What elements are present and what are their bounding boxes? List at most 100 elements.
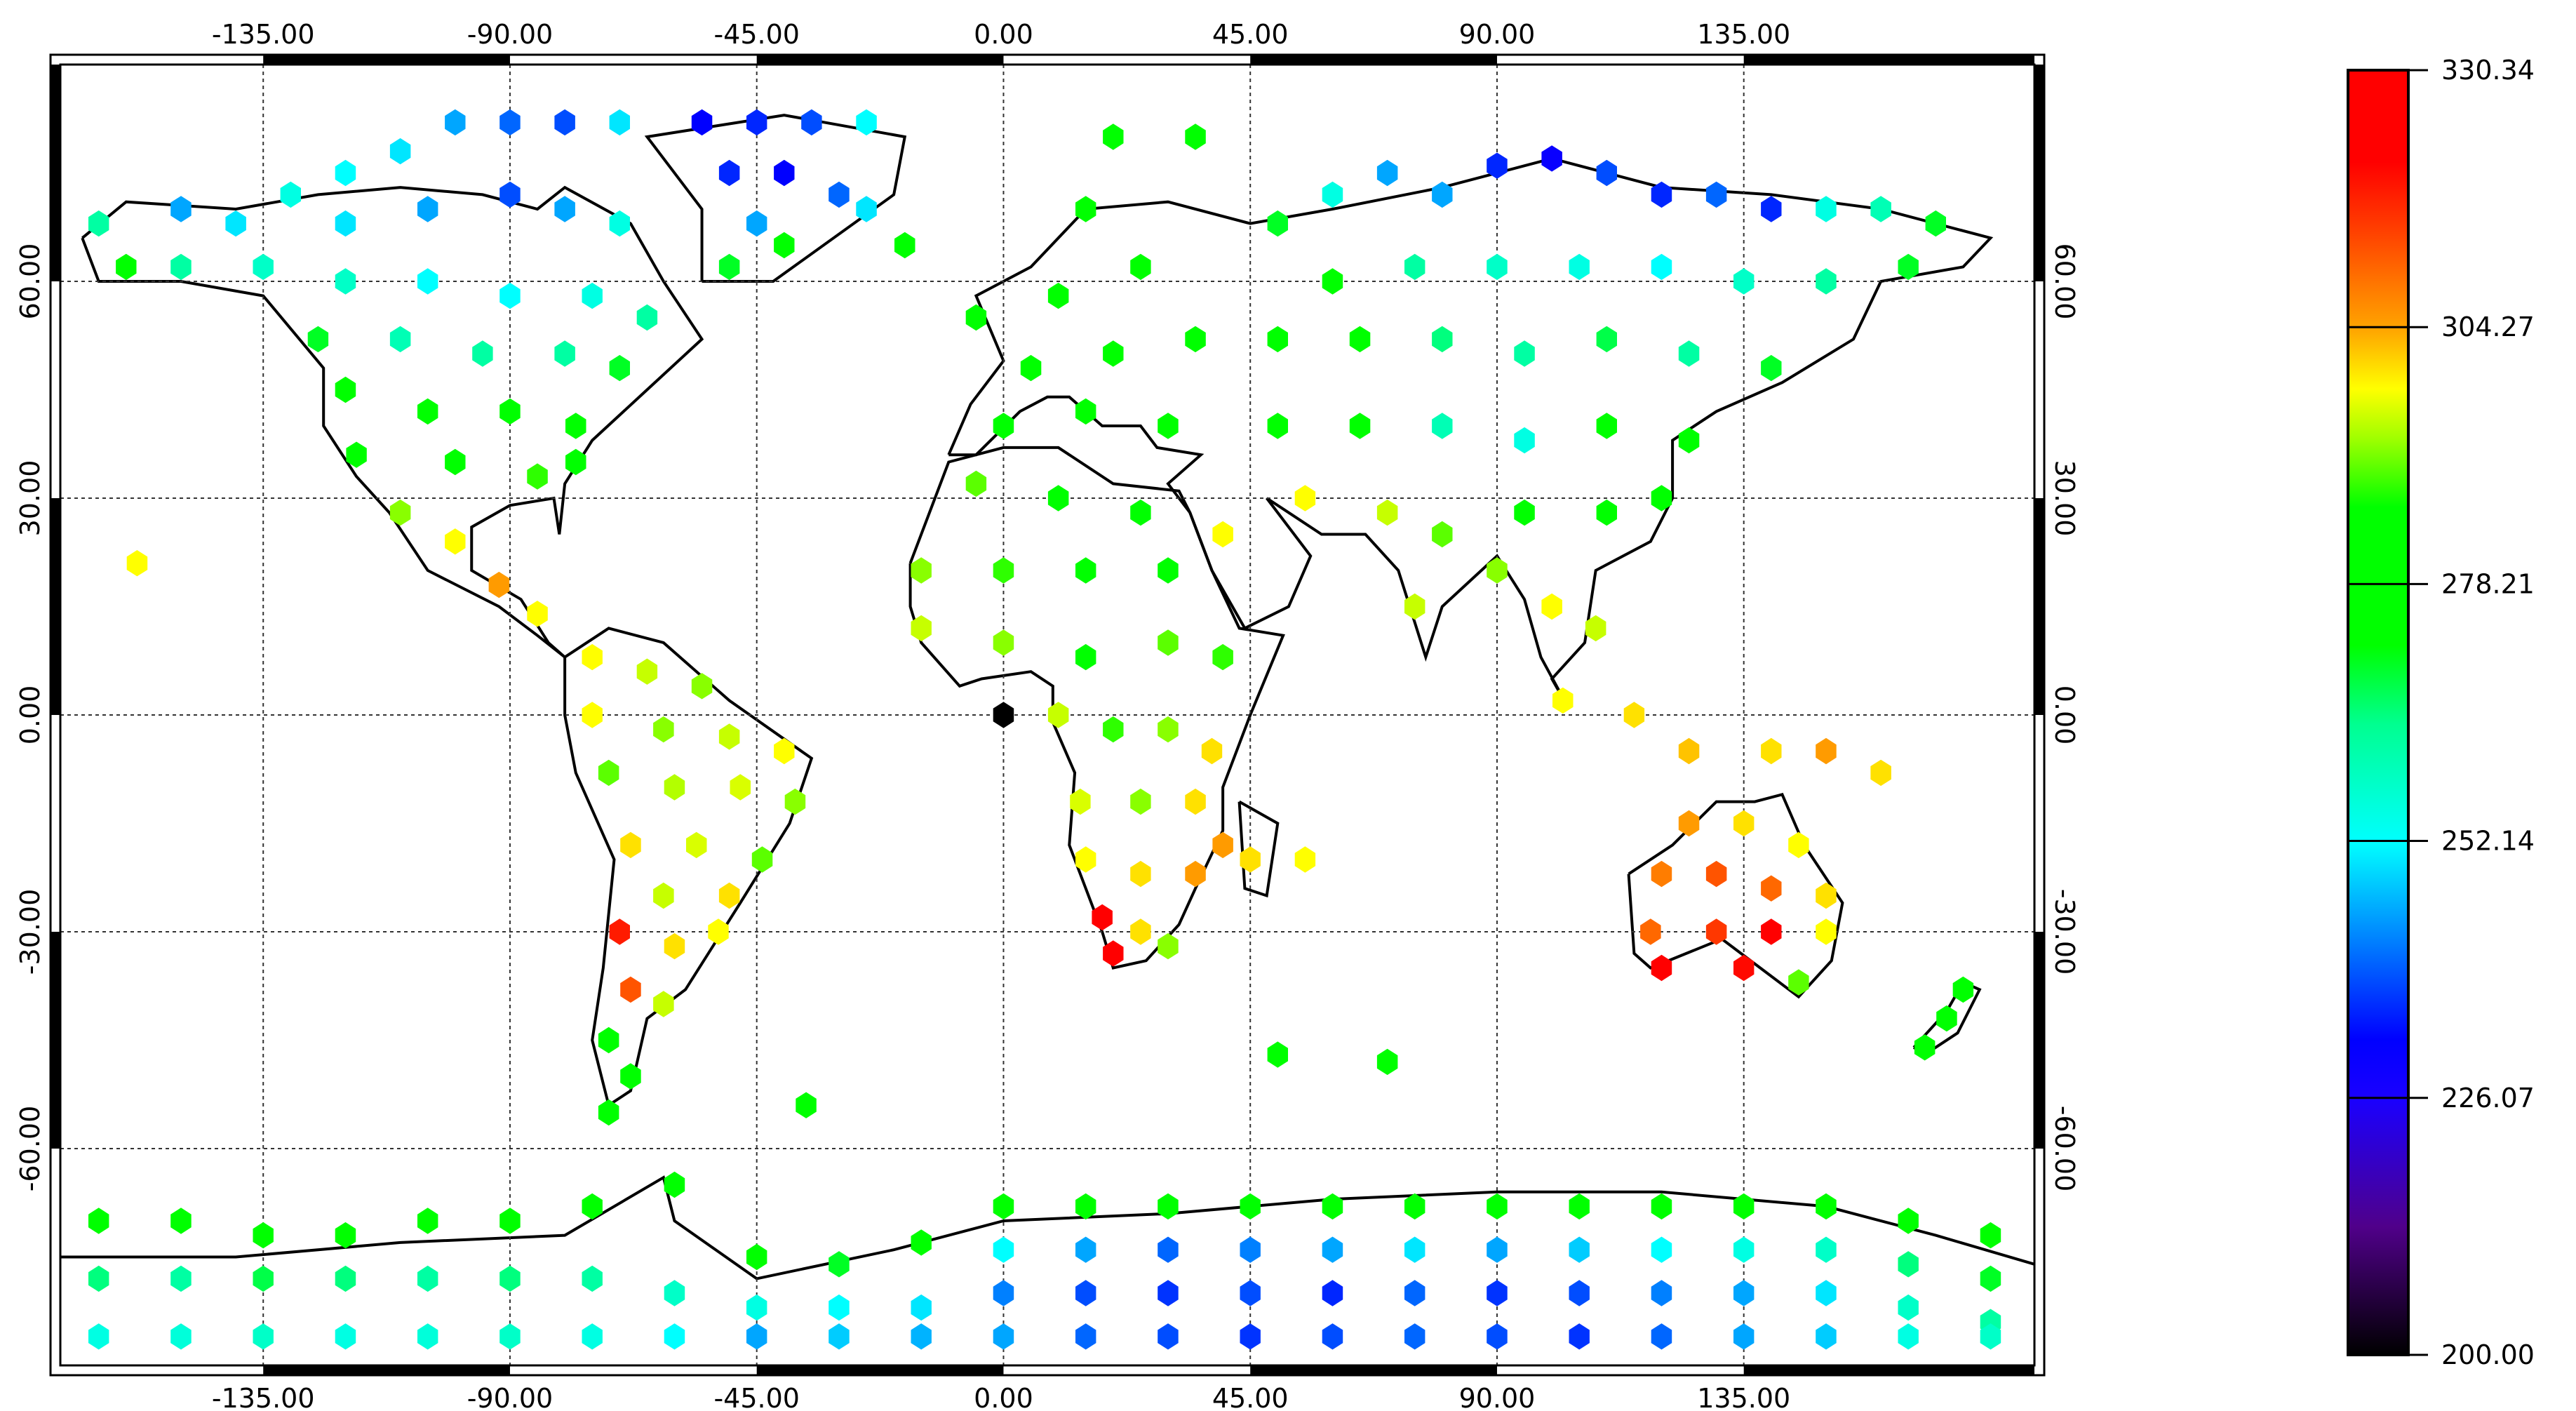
data-point <box>1092 904 1113 931</box>
colorbar-tick-label: 304.27 <box>2441 312 2535 342</box>
data-point <box>88 1208 109 1234</box>
data-point <box>1898 1251 1919 1278</box>
data-point <box>598 759 619 787</box>
data-point <box>1733 954 1755 982</box>
data-point <box>389 138 411 165</box>
coastline <box>60 1175 2035 1280</box>
data-point <box>993 629 1014 656</box>
data-point <box>620 831 641 859</box>
lat-tick-label-left: 0.00 <box>15 686 46 745</box>
data-point <box>1201 737 1223 765</box>
data-point <box>1185 123 1206 150</box>
data-point <box>1130 918 1151 945</box>
data-point <box>1816 918 1837 945</box>
lon-tick-label-top: 0.00 <box>974 19 1033 50</box>
data-point <box>1678 427 1700 454</box>
lon-tick-label-top: 90.00 <box>1459 19 1536 50</box>
data-point <box>499 1323 521 1350</box>
frame-bar-top <box>263 55 510 65</box>
data-point <box>1788 831 1809 859</box>
data-point <box>598 1099 619 1126</box>
data-point <box>1816 1193 1837 1220</box>
data-point <box>1020 354 1042 382</box>
data-point <box>1158 1236 1179 1263</box>
data-point <box>664 1280 685 1306</box>
data-point <box>829 1251 850 1278</box>
data-point <box>718 159 740 187</box>
data-point <box>746 109 767 136</box>
data-point <box>1322 181 1343 208</box>
data-point <box>1816 1236 1837 1263</box>
data-point <box>730 774 751 801</box>
data-point <box>1569 1193 1590 1220</box>
data-point <box>335 1265 356 1292</box>
data-point <box>1487 1280 1508 1306</box>
colorbar: 330.34 304.27 278.21 252.14 226.07 200.00 <box>2347 55 2535 1370</box>
data-point <box>1552 687 1574 714</box>
data-point <box>1651 253 1672 281</box>
data-point <box>796 1092 817 1118</box>
frame-bar-bottom <box>1250 1365 1497 1375</box>
data-point <box>253 1222 274 1249</box>
data-point <box>686 831 707 859</box>
data-point <box>582 702 603 728</box>
data-point <box>499 1265 521 1292</box>
data-point <box>1733 1236 1755 1263</box>
frame-bar-right <box>2034 932 2044 1149</box>
data-point <box>1761 875 1782 902</box>
data-point <box>965 304 987 331</box>
data-point <box>993 1280 1014 1306</box>
data-point <box>718 882 740 909</box>
data-point <box>636 658 658 685</box>
data-point <box>1870 759 1891 787</box>
data-point <box>88 1265 109 1292</box>
data-point <box>1376 1048 1398 1076</box>
data-point <box>1487 1236 1508 1263</box>
lon-tick-label-top: -45.00 <box>713 19 800 50</box>
lon-tick-label-top: -90.00 <box>467 19 554 50</box>
frame-bar-left <box>51 932 60 1149</box>
lat-tick-label-right: -60.00 <box>2049 1106 2080 1192</box>
data-point <box>1569 1236 1590 1263</box>
frame-bar-bottom <box>263 1365 510 1375</box>
data-point <box>1761 354 1782 382</box>
data-point <box>335 1323 356 1350</box>
data-point <box>718 253 740 281</box>
frame-bar-right <box>2034 65 2044 281</box>
data-point <box>1267 1041 1288 1068</box>
data-point <box>170 1265 192 1292</box>
data-point <box>1322 1193 1343 1220</box>
data-point <box>170 1323 192 1350</box>
data-point <box>993 557 1014 584</box>
data-point <box>1651 1236 1672 1263</box>
data-point <box>1569 1280 1590 1306</box>
data-point <box>718 723 740 750</box>
data-point <box>829 181 850 208</box>
data-point <box>253 1265 274 1292</box>
data-point <box>582 643 603 671</box>
data-point <box>1816 1323 1837 1350</box>
data-point <box>1623 702 1645 728</box>
data-point <box>664 774 685 801</box>
data-point <box>664 1323 685 1350</box>
data-point <box>751 846 773 873</box>
data-point <box>445 109 466 136</box>
data-point <box>1733 810 1755 837</box>
data-point <box>746 1243 767 1271</box>
data-point <box>911 1294 932 1321</box>
data-point <box>88 1323 109 1350</box>
data-point <box>1816 1280 1837 1306</box>
data-point <box>417 268 438 295</box>
data-point <box>1158 629 1179 656</box>
data-point <box>1705 860 1727 888</box>
data-point <box>389 499 411 526</box>
data-point <box>499 1208 521 1234</box>
data-point <box>1733 1280 1755 1306</box>
data-point <box>1103 716 1124 743</box>
data-point <box>1047 282 1069 309</box>
data-point <box>582 1323 603 1350</box>
lon-tick-label-bottom: -90.00 <box>467 1383 554 1411</box>
data-point <box>911 557 932 584</box>
data-point <box>1103 123 1124 150</box>
data-point <box>417 196 438 222</box>
